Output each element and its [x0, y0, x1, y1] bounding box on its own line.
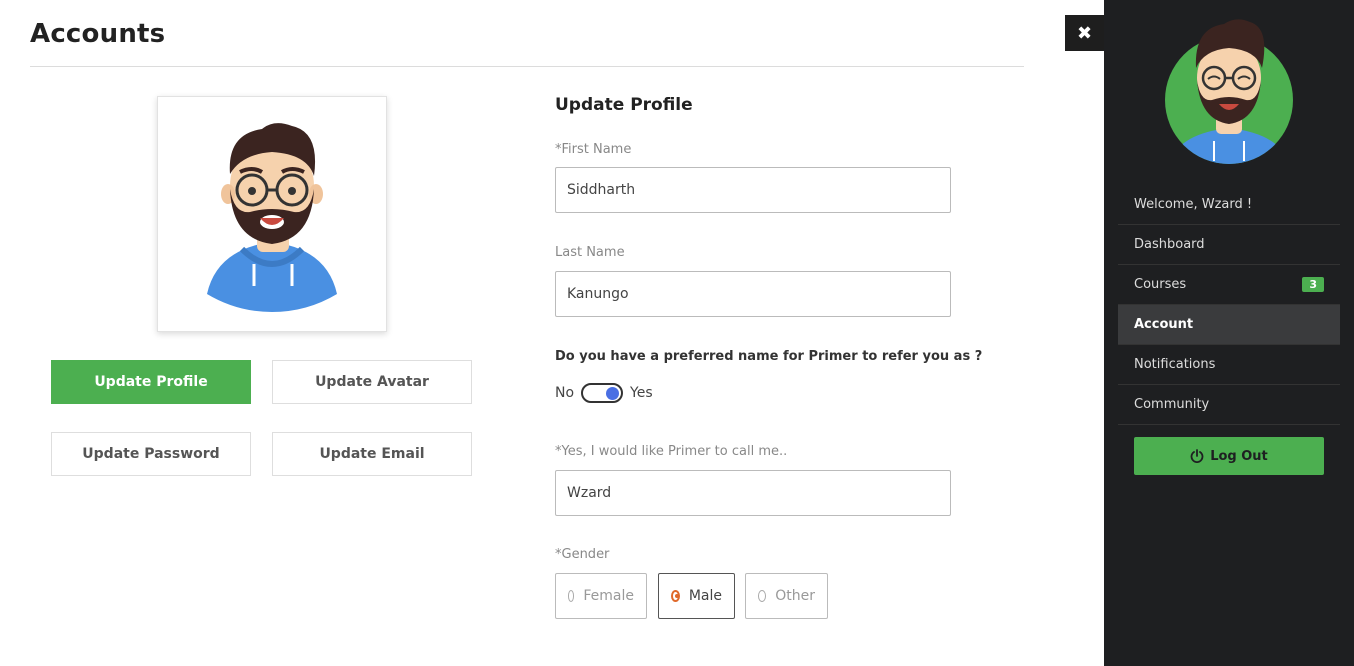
logout-button[interactable]: Log Out	[1134, 437, 1324, 475]
sidebar-item-label: Account	[1134, 317, 1194, 332]
first-name-field[interactable]	[555, 167, 951, 213]
sidebar-item-notifications[interactable]: Notifications	[1118, 345, 1340, 385]
courses-count-badge: 3	[1302, 277, 1324, 292]
gender-option-male[interactable]: Male	[658, 573, 735, 619]
last-name-label: Last Name	[555, 245, 625, 260]
radio-icon	[758, 590, 767, 602]
sidebar-avatar	[1165, 19, 1293, 164]
profile-avatar-card	[157, 96, 387, 332]
title-divider	[30, 66, 1024, 67]
sidebar-item-community[interactable]: Community	[1118, 385, 1340, 425]
toggle-no-label: No	[555, 385, 575, 401]
form-title: Update Profile	[555, 95, 693, 115]
close-sidebar-button[interactable]: ✖	[1065, 15, 1104, 51]
toggle-yes-label: Yes	[630, 385, 653, 401]
close-icon: ✖	[1076, 22, 1093, 44]
sidebar-welcome: Welcome, Wzard !	[1118, 185, 1340, 225]
preferred-name-label: *Yes, I would like Primer to call me..	[555, 444, 788, 459]
sidebar-item-label: Courses	[1134, 277, 1187, 292]
update-email-button[interactable]: Update Email	[272, 432, 472, 476]
page-title: Accounts	[30, 19, 166, 49]
preferred-name-question: Do you have a preferred name for Primer …	[555, 349, 983, 364]
gender-option-label: Other	[775, 588, 815, 604]
gender-option-female[interactable]: Female	[555, 573, 647, 619]
preferred-name-field[interactable]	[555, 470, 951, 516]
sidebar-item-label: Dashboard	[1134, 237, 1205, 252]
sidebar-item-label: Notifications	[1134, 357, 1216, 372]
first-name-label: *First Name	[555, 142, 632, 157]
gender-option-label: Female	[583, 588, 634, 604]
sidebar-item-label: Community	[1134, 397, 1210, 412]
power-icon	[1190, 449, 1204, 463]
avatar-illustration	[207, 123, 337, 312]
sidebar-item-courses[interactable]: Courses 3	[1118, 265, 1340, 305]
update-profile-button[interactable]: Update Profile	[51, 360, 251, 404]
preferred-name-toggle-row: No Yes	[555, 383, 653, 403]
gender-label: *Gender	[555, 547, 610, 562]
radio-selected-icon	[671, 590, 680, 602]
sidebar: Welcome, Wzard ! Dashboard Courses 3 Acc…	[1104, 0, 1354, 666]
sidebar-item-account[interactable]: Account	[1118, 305, 1340, 345]
gender-option-label: Male	[688, 588, 722, 604]
preferred-name-toggle[interactable]	[581, 383, 624, 403]
last-name-field[interactable]	[555, 271, 951, 317]
sidebar-item-dashboard[interactable]: Dashboard	[1118, 225, 1340, 265]
update-password-button[interactable]: Update Password	[51, 432, 251, 476]
update-avatar-button[interactable]: Update Avatar	[272, 360, 472, 404]
gender-option-other[interactable]: Other	[745, 573, 828, 619]
radio-icon	[568, 590, 575, 602]
logout-label: Log Out	[1210, 448, 1268, 464]
toggle-knob	[606, 387, 620, 400]
